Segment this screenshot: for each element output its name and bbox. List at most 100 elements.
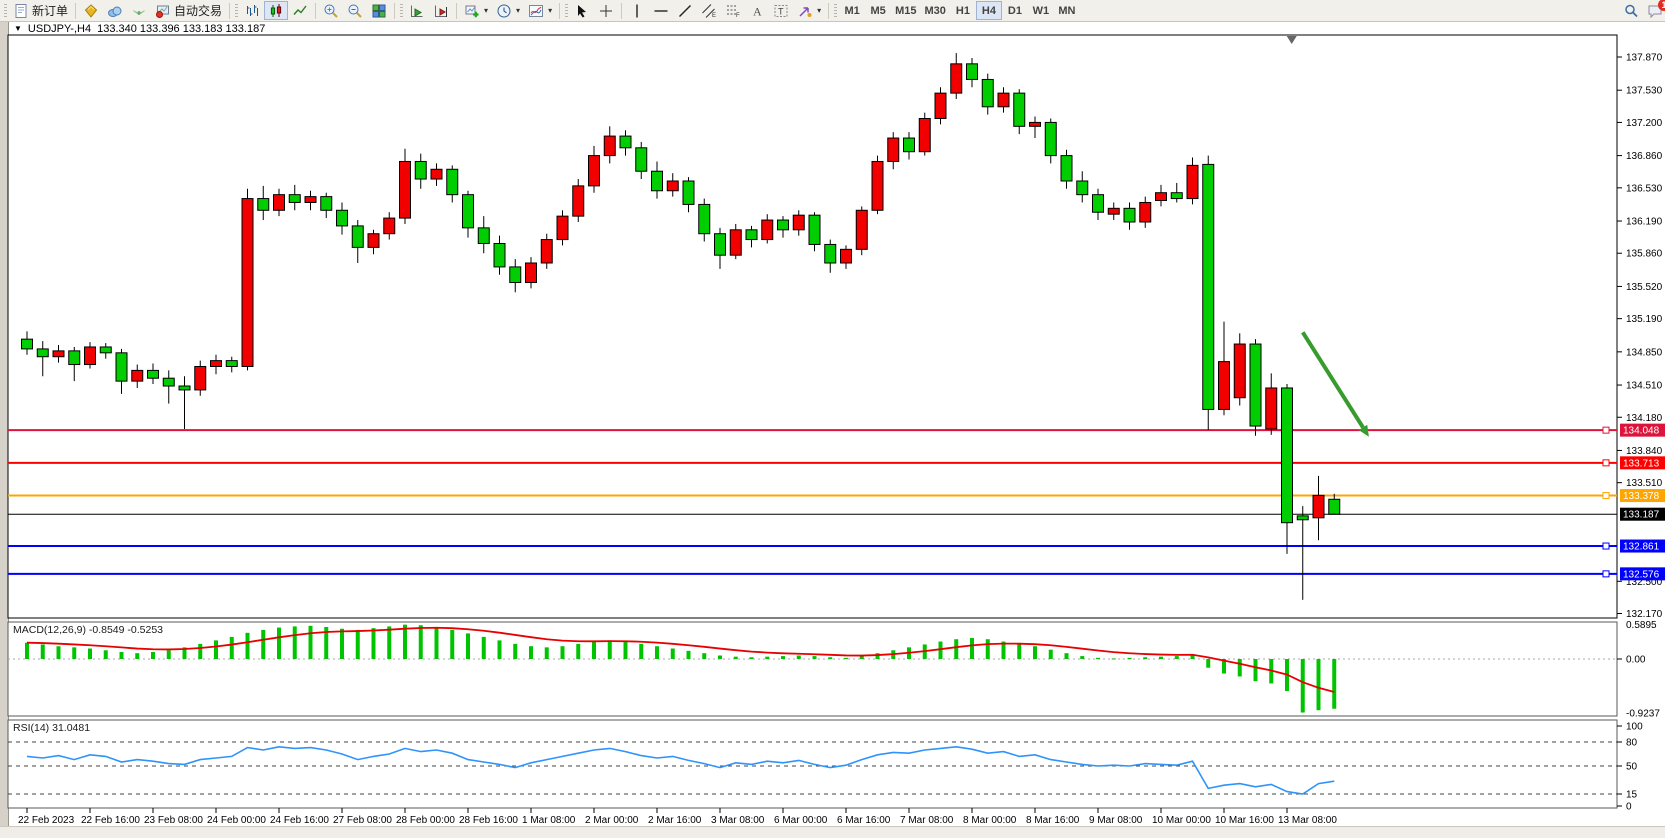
candle-body — [1282, 388, 1293, 523]
fibonacci-button[interactable]: F — [721, 1, 745, 20]
vertical-line-icon — [629, 3, 645, 19]
arrows-icon — [797, 3, 813, 19]
candle-body — [274, 195, 285, 211]
price-label-text: 132.576 — [1623, 569, 1660, 580]
fibonacci-icon: F — [725, 3, 741, 19]
signals-button[interactable] — [127, 1, 151, 20]
market-button[interactable] — [79, 1, 103, 20]
line-handle[interactable] — [1603, 493, 1609, 499]
rsi-tick-label: 15 — [1626, 790, 1638, 801]
macd-histogram-bar — [718, 656, 722, 659]
timeframe-m5-button[interactable]: M5 — [865, 1, 891, 20]
timeframe-h4-button[interactable]: H4 — [976, 1, 1002, 20]
trendline-button[interactable] — [673, 1, 697, 20]
line-chart-icon — [292, 3, 308, 19]
time-tick-label: 3 Mar 08:00 — [711, 815, 765, 826]
candle-body — [211, 361, 222, 367]
candle-body — [526, 263, 537, 283]
time-tick-label: 10 Mar 16:00 — [1215, 815, 1274, 826]
macd-label: MACD(12,26,9) -0.8549 -0.5253 — [13, 624, 163, 636]
candle-body — [116, 353, 127, 381]
macd-histogram-bar — [403, 625, 407, 659]
candle-body — [195, 366, 206, 389]
crosshair-icon — [598, 3, 614, 19]
trendline-icon — [677, 3, 693, 19]
chart-canvas[interactable]: 137.870137.530137.200136.860136.530136.1… — [0, 0, 1665, 837]
rsi-tick-label: 80 — [1626, 738, 1638, 749]
status-bar — [0, 826, 1665, 838]
new-order-label: 新订单 — [32, 2, 68, 19]
candle-body — [352, 226, 363, 247]
horizontal-line-button[interactable] — [649, 1, 673, 20]
macd-histogram-bar — [639, 644, 643, 659]
candle-body — [258, 199, 269, 211]
crosshair-button[interactable] — [594, 1, 618, 20]
text-label-button[interactable]: T — [769, 1, 793, 20]
vps-button[interactable] — [103, 1, 127, 20]
cursor-button[interactable] — [570, 1, 594, 20]
collapse-chart-icon[interactable]: ▼ — [14, 24, 22, 33]
candle-body — [1297, 516, 1308, 520]
search-icon — [1623, 3, 1639, 19]
candle-body — [1140, 202, 1151, 222]
macd-histogram-bar — [1238, 659, 1242, 676]
timeframe-m15-button[interactable]: M15 — [891, 1, 920, 20]
bar-chart-button[interactable] — [240, 1, 264, 20]
new-order-button[interactable]: 新订单 — [9, 1, 72, 20]
candle-body — [337, 210, 348, 226]
timeframe-mn-button[interactable]: MN — [1054, 1, 1080, 20]
macd-histogram-bar — [88, 649, 92, 659]
text-button[interactable]: A — [745, 1, 769, 20]
tile-windows-button[interactable] — [367, 1, 391, 20]
candle-body — [1171, 193, 1182, 199]
toolbar-separator — [559, 3, 560, 19]
timeframe-h1-button[interactable]: H1 — [950, 1, 976, 20]
candle-body — [557, 216, 568, 239]
macd-histogram-bar — [797, 656, 801, 659]
auto-scroll-button[interactable] — [405, 1, 429, 20]
line-handle[interactable] — [1603, 427, 1609, 433]
candle-body — [1266, 388, 1277, 429]
svg-text:E: E — [712, 13, 716, 19]
time-tick-label: 6 Mar 16:00 — [837, 815, 891, 826]
timeframe-d1-button[interactable]: D1 — [1002, 1, 1028, 20]
zoom-out-icon — [347, 3, 363, 19]
timeframe-m30-button[interactable]: M30 — [921, 1, 950, 20]
candle-body — [683, 181, 694, 204]
vertical-line-button[interactable] — [625, 1, 649, 20]
toolbar-separator — [315, 3, 316, 19]
time-axis: 22 Feb 202322 Feb 16:0023 Feb 08:0024 Fe… — [18, 808, 1337, 826]
macd-histogram-bar — [151, 652, 155, 659]
indicators-dropdown-button[interactable]: ▾ — [524, 1, 556, 20]
toolbar-separator — [828, 3, 829, 19]
toolbar-separator — [394, 3, 395, 19]
timeframe-m1-button[interactable]: M1 — [839, 1, 865, 20]
line-handle[interactable] — [1603, 460, 1609, 466]
search-button[interactable] — [1619, 1, 1643, 20]
period-dropdown-button[interactable]: ▾ — [492, 1, 524, 20]
price-tick-label: 134.180 — [1626, 413, 1663, 424]
autotrading-button[interactable]: 自动交易 — [151, 1, 226, 20]
zoom-in-button[interactable] — [319, 1, 343, 20]
line-handle[interactable] — [1603, 571, 1609, 577]
equidistant-channel-button[interactable]: E — [697, 1, 721, 20]
line-chart-button[interactable] — [288, 1, 312, 20]
chart-shift-button[interactable] — [429, 1, 453, 20]
macd-histogram-bar — [246, 633, 250, 659]
toolbar-separator — [229, 3, 230, 19]
time-tick-label: 13 Mar 08:00 — [1278, 815, 1337, 826]
price-axis: 137.870137.530137.200136.860136.530136.1… — [1617, 53, 1663, 620]
notifications-button[interactable]: 1 — [1643, 1, 1665, 20]
candle-body — [1250, 344, 1261, 426]
macd-histogram-bar — [120, 652, 124, 659]
arrows-dropdown-button[interactable]: ▾ — [793, 1, 825, 20]
price-tick-label: 133.840 — [1626, 446, 1663, 457]
rsi-tick-label: 50 — [1626, 762, 1638, 773]
candlestick-chart-button[interactable] — [264, 1, 288, 20]
timeframe-w1-button[interactable]: W1 — [1028, 1, 1054, 20]
new-chart-button[interactable]: ▾ — [460, 1, 492, 20]
line-handle[interactable] — [1603, 543, 1609, 549]
candle-body — [699, 204, 710, 233]
rsi-label: RSI(14) 31.0481 — [13, 722, 90, 734]
zoom-out-button[interactable] — [343, 1, 367, 20]
